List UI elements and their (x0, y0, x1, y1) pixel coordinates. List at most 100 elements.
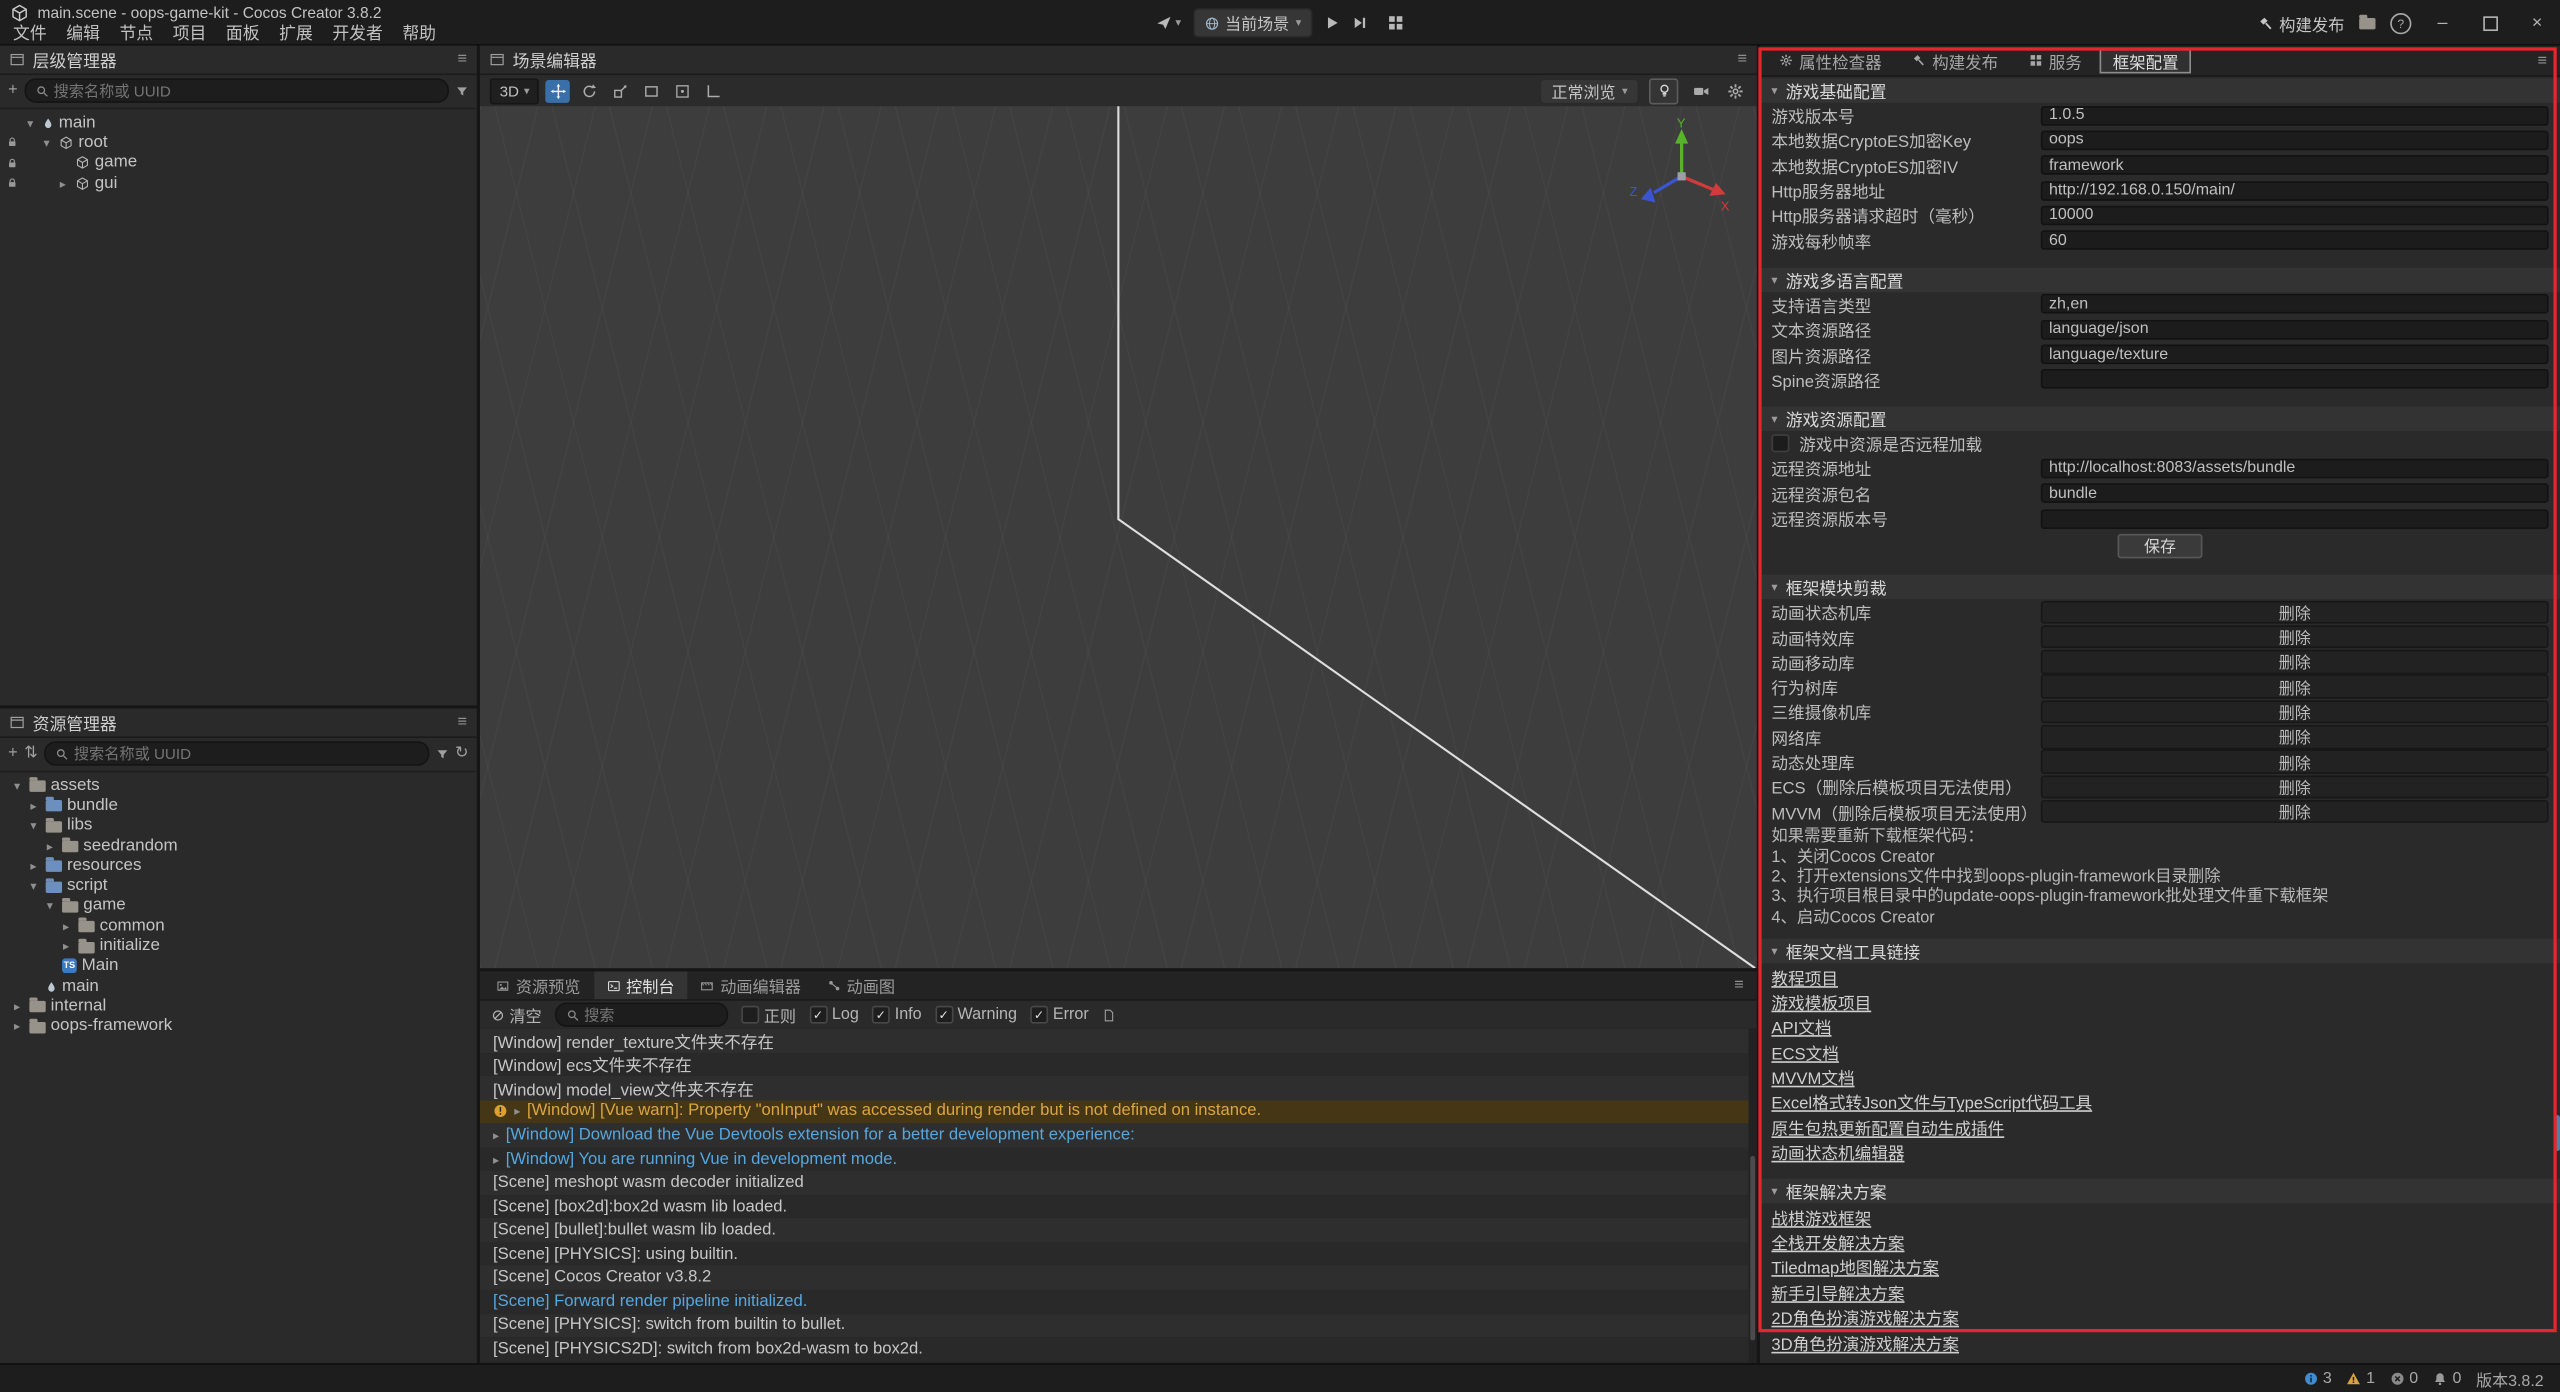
scale-tool-button[interactable] (608, 79, 632, 102)
delete-module-button[interactable]: 删除 (2041, 775, 2549, 799)
menu-item[interactable]: 扩展 (269, 21, 322, 42)
hamburger-menu-icon[interactable]: ≡ (457, 51, 467, 69)
log-row[interactable]: [Scene] [box2d]:box2d wasm lib loaded. (480, 1195, 1749, 1219)
refresh-assets-button[interactable]: ↻ (455, 744, 469, 762)
coordinate-toggle-button[interactable] (701, 79, 725, 102)
assets-search[interactable] (44, 741, 428, 765)
config-input[interactable] (2041, 155, 2549, 175)
console-tab[interactable]: 动画编辑器 (688, 971, 814, 999)
inspector-tab[interactable]: 属性检查器 (1767, 48, 1895, 72)
delete-module-button[interactable]: 删除 (2041, 625, 2549, 649)
tree-item[interactable]: TSMain (0, 956, 477, 976)
pivot-toggle-button[interactable] (670, 79, 694, 102)
tree-item[interactable]: ▸common (0, 916, 477, 936)
log-row[interactable]: [Scene] Forward render pipeline initiali… (480, 1290, 1749, 1314)
menu-item[interactable]: 编辑 (56, 21, 109, 42)
delete-module-button[interactable]: 删除 (2041, 675, 2549, 699)
menu-item[interactable]: 节点 (110, 21, 163, 42)
play-button[interactable] (1324, 15, 1340, 31)
config-input[interactable] (2041, 459, 2549, 479)
tree-item[interactable]: ▸bundle (0, 796, 477, 816)
hamburger-menu-icon[interactable]: ≡ (457, 713, 467, 731)
section-header[interactable]: ▾框架模块剪裁 (1760, 575, 2560, 599)
caret-icon[interactable]: ▸ (59, 939, 74, 954)
config-input[interactable] (2041, 320, 2549, 340)
console-scrollbar[interactable] (1749, 1029, 1757, 1364)
section-header[interactable]: ▾游戏资源配置 (1760, 406, 2560, 430)
checkbox-icon[interactable]: ✓ (809, 1006, 827, 1024)
log-row[interactable]: [Scene] [PHYSICS]: switch from builtin t… (480, 1314, 1749, 1338)
tree-item[interactable]: ▾libs (0, 816, 477, 836)
console-tab[interactable]: 动画图 (814, 971, 908, 999)
log-row[interactable]: [Scene] [PHYSICS2D]: switch from box2d-w… (480, 1337, 1749, 1361)
step-button[interactable] (1352, 15, 1368, 31)
doc-link[interactable]: 全栈开发解决方案 (1771, 1229, 1904, 1253)
console-search-input[interactable] (584, 1007, 716, 1023)
rotate-tool-button[interactable] (577, 79, 601, 102)
caret-icon[interactable]: ▸ (10, 1019, 25, 1034)
caret-icon[interactable]: ▸ (42, 838, 57, 853)
gizmo-z-label[interactable]: Z (1629, 184, 1637, 199)
expand-caret-icon[interactable]: ▸ (493, 1152, 499, 1167)
log-filter-toggle[interactable]: ✓Info (872, 1006, 922, 1024)
console-tab[interactable]: 资源预览 (483, 971, 593, 999)
log-filter-toggle[interactable]: ✓Error (1030, 1006, 1089, 1024)
inspector-tab[interactable]: 构建发布 (1900, 48, 2012, 72)
layout-button[interactable] (1388, 15, 1404, 31)
scene-viewport[interactable]: Y X Z (480, 106, 1757, 968)
help-button[interactable]: ? (2390, 12, 2411, 33)
gizmo-y-label[interactable]: Y (1677, 115, 1686, 130)
sort-assets-button[interactable]: ⇅ (24, 744, 38, 762)
tree-item[interactable]: main (0, 976, 477, 996)
doc-link[interactable]: 教程项目 (1771, 964, 1838, 988)
doc-link[interactable]: Excel格式转Json文件与TypeScript代码工具 (1771, 1090, 2092, 1114)
log-count-badge[interactable]: 3 (2303, 1370, 2331, 1388)
caret-icon[interactable]: ▸ (26, 858, 41, 873)
checkbox-icon[interactable]: ✓ (872, 1006, 890, 1024)
tree-item[interactable]: game (0, 153, 477, 173)
menu-item[interactable]: 开发者 (323, 21, 393, 42)
log-filter-toggle[interactable]: ✓Warning (935, 1006, 1017, 1024)
doc-link[interactable]: Tiledmap地图解决方案 (1771, 1255, 1939, 1279)
assets-search-input[interactable] (74, 745, 417, 761)
create-node-button[interactable]: + (8, 82, 18, 100)
delete-module-button[interactable]: 删除 (2041, 700, 2549, 724)
caret-icon[interactable]: ▾ (10, 778, 25, 793)
remote-load-checkbox[interactable] (1771, 434, 1789, 452)
log-row[interactable]: [Scene] Cocos Creator v3.8.2 (480, 1266, 1749, 1290)
hierarchy-search[interactable] (24, 78, 449, 102)
delete-module-button[interactable]: 删除 (2041, 750, 2549, 774)
move-tool-button[interactable] (546, 79, 570, 102)
log-row[interactable]: ▸[Window] Download the Vue Devtools exte… (480, 1124, 1749, 1148)
menu-item[interactable]: 帮助 (393, 21, 446, 42)
menu-item[interactable]: 面板 (216, 21, 269, 42)
config-input[interactable] (2041, 295, 2549, 315)
regex-toggle[interactable]: 正则 (741, 1003, 796, 1026)
assets-header[interactable]: 资源管理器 ≡ (0, 709, 477, 738)
rect-tool-button[interactable] (639, 79, 663, 102)
hierarchy-filter-button[interactable] (456, 84, 469, 97)
expand-caret-icon[interactable]: ▸ (493, 1128, 499, 1143)
tree-item[interactable]: ▸resources (0, 856, 477, 876)
delete-module-button[interactable]: 删除 (2041, 600, 2549, 624)
save-button[interactable]: 保存 (2118, 533, 2203, 557)
tree-item[interactable]: ▾script (0, 876, 477, 896)
config-input[interactable] (2041, 106, 2549, 126)
doc-link[interactable]: ECS文档 (1771, 1039, 1838, 1063)
section-header[interactable]: ▾游戏多语言配置 (1760, 267, 2560, 291)
caret-icon[interactable]: ▸ (26, 798, 41, 813)
delete-module-button[interactable]: 删除 (2041, 725, 2549, 749)
delete-module-button[interactable]: 删除 (2041, 650, 2549, 674)
log-row[interactable]: [Window] model_view文件夹不存在 (480, 1076, 1749, 1100)
doc-link[interactable]: 动画状态机编辑器 (1771, 1140, 1904, 1164)
maximize-button[interactable] (2473, 7, 2506, 40)
tree-item[interactable]: ▸internal (0, 996, 477, 1016)
config-input[interactable] (2041, 484, 2549, 504)
doc-link[interactable]: API文档 (1771, 1014, 1831, 1038)
caret-icon[interactable]: ▾ (26, 879, 41, 894)
scene-camera-button[interactable] (1688, 79, 1712, 102)
view-mode-dropdown[interactable]: 正常浏览 ▾ (1540, 78, 1639, 104)
section-header[interactable]: ▾框架文档工具链接 (1760, 939, 2560, 963)
log-row[interactable]: [Scene] [PHYSICS]: using builtin. (480, 1242, 1749, 1266)
log-row[interactable]: [Window] ecs文件夹不存在 (480, 1052, 1749, 1076)
